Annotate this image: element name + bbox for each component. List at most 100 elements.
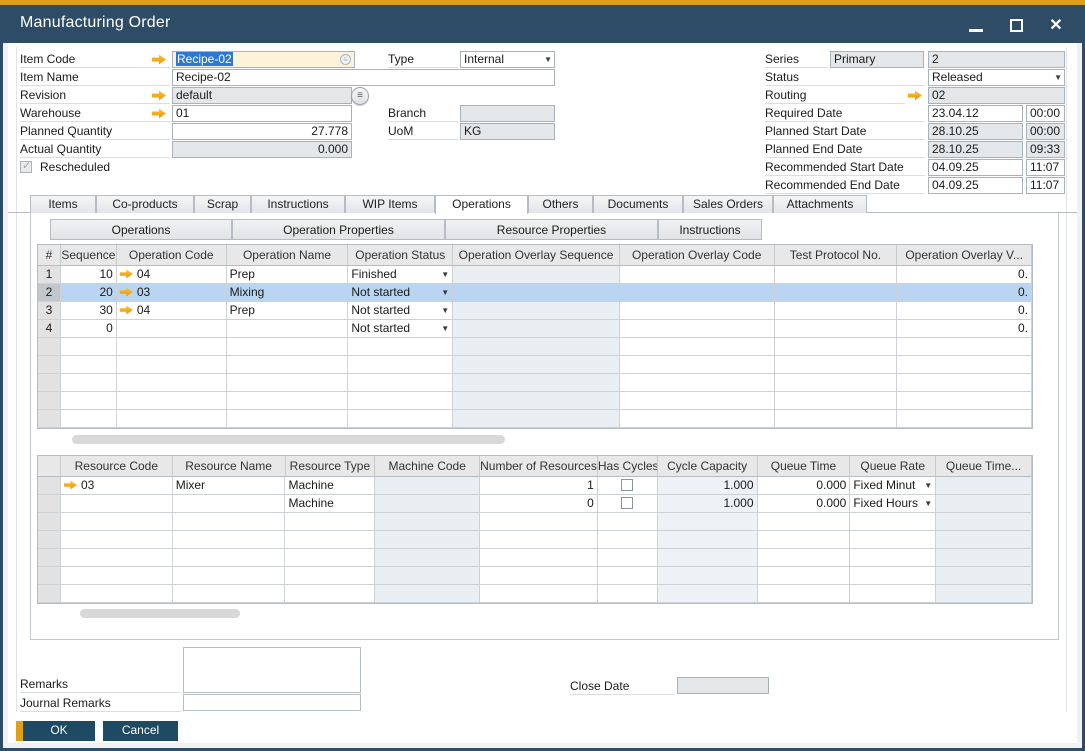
resources-cell-queue_rate[interactable]: Fixed Hours▼: [850, 495, 936, 513]
planned-quantity-field[interactable]: 27.778: [172, 123, 352, 140]
resources-cell-rownum[interactable]: [38, 477, 61, 495]
resources-cell-queue_rate[interactable]: Fixed Minut▼: [850, 477, 936, 495]
resources-cell-rownum[interactable]: [38, 495, 61, 513]
resources-row-1[interactable]: 03MixerMachine 1 1.0000.000Fixed Minut▼: [38, 477, 1032, 495]
resources-cell-code[interactable]: 03: [61, 477, 173, 495]
subtab-resource-properties[interactable]: Resource Properties: [445, 219, 658, 240]
ok-button[interactable]: OK: [16, 721, 95, 741]
recommended-end-time-field[interactable]: 11:07: [1026, 177, 1065, 194]
dropdown-icon[interactable]: ▼: [441, 288, 449, 297]
operations-cell-sequence[interactable]: 10: [61, 266, 117, 284]
required-date-field[interactable]: 23.04.12: [928, 105, 1023, 122]
operations-cell-test_protocol[interactable]: [775, 302, 898, 320]
dropdown-icon[interactable]: ▼: [924, 481, 932, 490]
operations-cell-overlay_value[interactable]: 0.: [897, 320, 1032, 338]
tab-co-products[interactable]: Co-products: [96, 195, 194, 213]
operations-cell-status[interactable]: Not started▼: [348, 302, 453, 320]
rescheduled-checkbox[interactable]: ✓: [20, 161, 32, 173]
operations-cell-test_protocol[interactable]: [775, 266, 898, 284]
operations-cell-overlay_code[interactable]: [620, 266, 775, 284]
resources-cell-queue_time[interactable]: 0.000: [758, 477, 851, 495]
operations-cell-overlay_code[interactable]: [620, 302, 775, 320]
item-name-field[interactable]: Recipe-02: [172, 69, 555, 86]
resources-cell-type[interactable]: Machine: [285, 477, 375, 495]
dropdown-icon[interactable]: ▼: [441, 324, 449, 333]
resources-cell-has_cycles[interactable]: [598, 495, 658, 513]
has-cycles-checkbox[interactable]: [621, 497, 633, 509]
operations-cell-code[interactable]: 03: [117, 284, 227, 302]
tab-attachments[interactable]: Attachments: [773, 195, 867, 213]
operations-cell-test_protocol[interactable]: [775, 284, 898, 302]
operations-cell-overlay_seq[interactable]: [453, 266, 620, 284]
resources-row-2[interactable]: Machine 0 1.0000.000Fixed Hours▼: [38, 495, 1032, 513]
operations-cell-code[interactable]: 04: [117, 302, 227, 320]
operation-code-link-arrow-icon[interactable]: [120, 287, 133, 297]
tab-documents[interactable]: Documents: [593, 195, 683, 213]
operations-cell-sequence[interactable]: 0: [61, 320, 117, 338]
series-field[interactable]: Primary: [830, 51, 924, 68]
resources-cell-name[interactable]: Mixer: [173, 477, 286, 495]
operations-cell-overlay_value[interactable]: 0.: [897, 266, 1032, 284]
operation-code-link-arrow-icon[interactable]: [120, 269, 133, 279]
resources-cell-code[interactable]: [61, 495, 173, 513]
routing-field[interactable]: 02: [928, 87, 1065, 104]
operations-cell-overlay_code[interactable]: [620, 320, 775, 338]
subtab-instructions[interactable]: Instructions: [658, 219, 762, 240]
tab-instructions[interactable]: Instructions: [251, 195, 345, 213]
resources-cell-cycle_capacity[interactable]: 1.000: [658, 495, 758, 513]
resources-cell-number[interactable]: 1: [480, 477, 598, 495]
tab-wip-items[interactable]: WIP Items: [345, 195, 435, 213]
operations-cell-sequence[interactable]: 20: [61, 284, 117, 302]
operations-cell-code[interactable]: [117, 320, 227, 338]
resources-cell-cycle_capacity[interactable]: 1.000: [658, 477, 758, 495]
operations-row-3[interactable]: 33004PrepNot started▼0.: [38, 302, 1032, 320]
operations-cell-num[interactable]: 4: [38, 320, 61, 338]
operations-cell-code[interactable]: 04: [117, 266, 227, 284]
status-dropdown[interactable]: Released ▼: [928, 69, 1065, 86]
recommended-start-date-field[interactable]: 04.09.25: [928, 159, 1023, 176]
operations-row-4[interactable]: 40 Not started▼ 0.: [38, 320, 1032, 338]
tab-others[interactable]: Others: [528, 195, 593, 213]
operations-cell-name[interactable]: [227, 320, 349, 338]
subtab-operation-properties[interactable]: Operation Properties: [232, 219, 445, 240]
operations-cell-test_protocol[interactable]: [775, 320, 898, 338]
tab-sales-orders[interactable]: Sales Orders: [683, 195, 773, 213]
dropdown-icon[interactable]: ▼: [924, 499, 932, 508]
operations-cell-name[interactable]: Prep: [227, 266, 349, 284]
resources-cell-type[interactable]: Machine: [285, 495, 375, 513]
cancel-button[interactable]: Cancel: [103, 721, 178, 741]
tab-scrap[interactable]: Scrap: [194, 195, 251, 213]
tab-operations[interactable]: Operations: [435, 195, 528, 214]
resources-cell-queue_dots[interactable]: [936, 477, 1032, 495]
resources-cell-queue_time[interactable]: 0.000: [758, 495, 851, 513]
tab-items[interactable]: Items: [30, 195, 96, 213]
operations-cell-status[interactable]: Not started▼: [348, 284, 453, 302]
choose-from-list-icon[interactable]: ≡: [340, 54, 351, 65]
operations-cell-name[interactable]: Mixing: [227, 284, 349, 302]
recommended-end-date-field[interactable]: 04.09.25: [928, 177, 1023, 194]
resources-table-hscrollbar[interactable]: [80, 609, 240, 618]
resources-cell-number[interactable]: 0: [480, 495, 598, 513]
operations-row-1[interactable]: 11004PrepFinished▼ 0.: [38, 266, 1032, 284]
maximize-icon[interactable]: [1005, 14, 1027, 36]
operations-cell-num[interactable]: 1: [38, 266, 61, 284]
operations-cell-overlay_value[interactable]: 0.: [897, 284, 1032, 302]
operations-cell-overlay_code[interactable]: [620, 284, 775, 302]
operations-cell-status[interactable]: Finished▼: [348, 266, 453, 284]
operations-table-hscrollbar[interactable]: [72, 435, 505, 444]
operations-cell-overlay_seq[interactable]: [453, 320, 620, 338]
operations-cell-sequence[interactable]: 30: [61, 302, 117, 320]
operations-cell-num[interactable]: 2: [38, 284, 61, 302]
revision-list-button[interactable]: ≡: [351, 87, 369, 105]
resources-cell-has_cycles[interactable]: [598, 477, 658, 495]
operations-cell-status[interactable]: Not started▼: [348, 320, 453, 338]
operations-cell-overlay_seq[interactable]: [453, 284, 620, 302]
operations-row-2[interactable]: 22003MixingNot started▼ 0.: [38, 284, 1032, 302]
operation-code-link-arrow-icon[interactable]: [120, 305, 133, 315]
dropdown-icon[interactable]: ▼: [441, 306, 449, 315]
operations-cell-overlay_seq[interactable]: [453, 302, 620, 320]
resources-cell-queue_dots[interactable]: [936, 495, 1032, 513]
resources-cell-machine_code[interactable]: [375, 495, 480, 513]
subtab-operations[interactable]: Operations: [50, 219, 232, 240]
type-dropdown[interactable]: Internal ▼: [460, 51, 555, 68]
